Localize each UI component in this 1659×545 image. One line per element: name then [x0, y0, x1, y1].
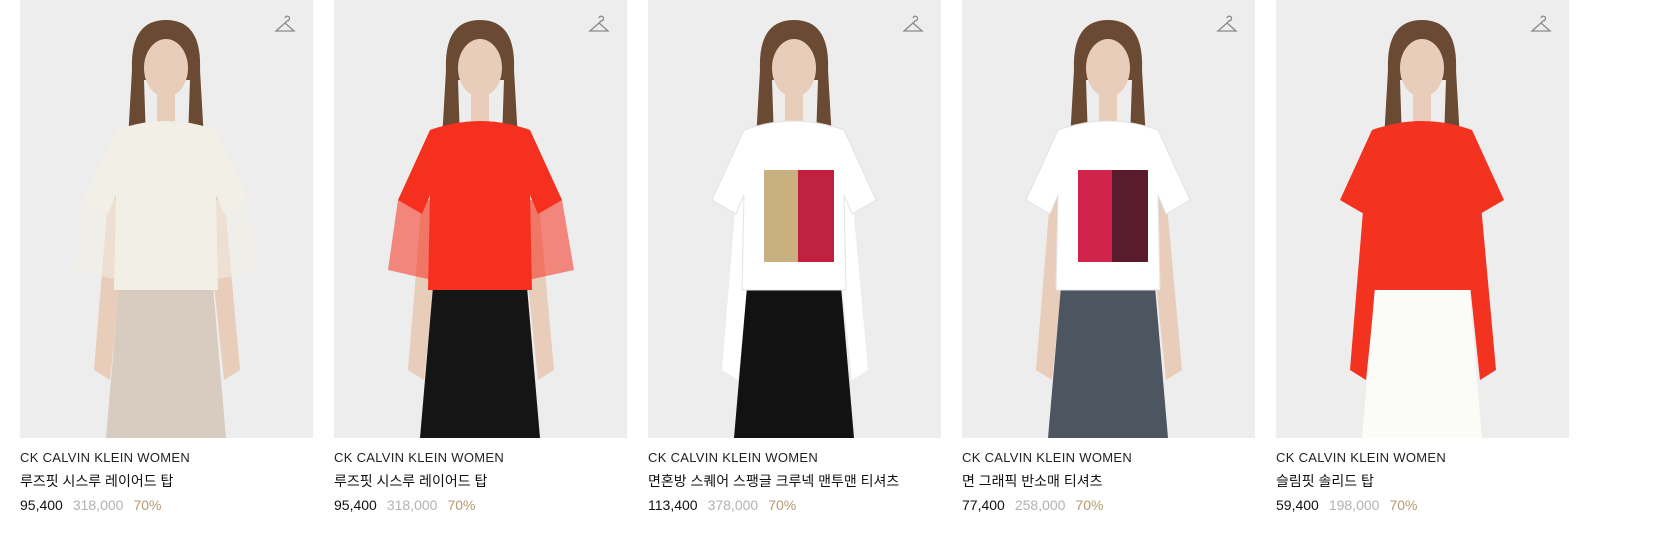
sheer-sleeve-left [388, 200, 434, 280]
sale-price: 95,400 [334, 497, 377, 513]
sheer-sleeve-right [526, 200, 574, 280]
print-panel-right [798, 170, 834, 262]
sale-price: 77,400 [962, 497, 1005, 513]
price-row: 77,400 258,000 70% [962, 496, 1255, 514]
discount-rate: 70% [133, 497, 162, 513]
model-face [458, 39, 502, 97]
print-panel-left [764, 170, 798, 262]
price-row: 113,400 378,000 70% [648, 496, 941, 514]
original-price: 318,000 [386, 497, 438, 513]
price-row: 95,400 318,000 70% [334, 496, 627, 514]
product-brand[interactable]: CK CALVIN KLEIN WOMEN [20, 450, 313, 466]
hanger-icon[interactable] [1216, 14, 1238, 36]
product-brand[interactable]: CK CALVIN KLEIN WOMEN [1276, 450, 1569, 466]
model-neck [1413, 92, 1431, 122]
original-price: 378,000 [707, 497, 759, 513]
model-face [772, 39, 816, 97]
price-row: 95,400 318,000 70% [20, 496, 313, 514]
product-grid: CK CALVIN KLEIN WOMEN 루즈핏 시스루 레이어드 탑 95,… [20, 0, 1569, 514]
original-price: 258,000 [1014, 497, 1066, 513]
product-photo[interactable] [334, 0, 627, 438]
hanger-icon[interactable] [902, 14, 924, 36]
product-photo[interactable] [1276, 0, 1569, 438]
model-bottoms [734, 275, 854, 438]
product-name[interactable]: 루즈핏 시스루 레이어드 탑 [20, 472, 313, 490]
print-panel-left [1078, 170, 1112, 262]
discount-rate: 70% [1075, 497, 1104, 513]
product-card[interactable]: CK CALVIN KLEIN WOMEN 면 그래픽 반소매 티셔츠 77,4… [962, 0, 1255, 514]
product-name[interactable]: 슬림핏 솔리드 탑 [1276, 472, 1569, 490]
product-name[interactable]: 루즈핏 시스루 레이어드 탑 [334, 472, 627, 490]
product-brand[interactable]: CK CALVIN KLEIN WOMEN [962, 450, 1255, 466]
discount-rate: 70% [1389, 497, 1418, 513]
price-row: 59,400 198,000 70% [1276, 496, 1569, 514]
product-brand[interactable]: CK CALVIN KLEIN WOMEN [648, 450, 941, 466]
discount-rate: 70% [447, 497, 476, 513]
hanger-icon[interactable] [274, 14, 296, 36]
model-photo-illustration [1340, 20, 1504, 438]
model-neck [785, 92, 803, 122]
model-face [1086, 39, 1130, 97]
product-brand[interactable]: CK CALVIN KLEIN WOMEN [334, 450, 627, 466]
model-bottoms [1362, 275, 1482, 438]
product-card[interactable]: CK CALVIN KLEIN WOMEN 루즈핏 시스루 레이어드 탑 95,… [20, 0, 313, 514]
sheer-sleeve-left [74, 200, 120, 280]
model-face [144, 39, 188, 97]
model-photo-illustration [74, 20, 260, 438]
model-neck [471, 92, 489, 122]
sale-price: 59,400 [1276, 497, 1319, 513]
product-card[interactable]: CK CALVIN KLEIN WOMEN 슬림핏 솔리드 탑 59,400 1… [1276, 0, 1569, 514]
model-bottoms [106, 275, 226, 438]
model-photo-illustration [711, 20, 877, 438]
sale-price: 113,400 [648, 497, 698, 513]
model-photo-illustration [1025, 20, 1191, 438]
model-neck [157, 92, 175, 122]
sheer-sleeve-right [212, 200, 260, 280]
model-photo-illustration [388, 20, 574, 438]
product-photo[interactable] [962, 0, 1255, 438]
product-card[interactable]: CK CALVIN KLEIN WOMEN 루즈핏 시스루 레이어드 탑 95,… [334, 0, 627, 514]
product-photo[interactable] [20, 0, 313, 438]
product-name[interactable]: 면 그래픽 반소매 티셔츠 [962, 472, 1255, 490]
hanger-icon[interactable] [588, 14, 610, 36]
original-price: 198,000 [1328, 497, 1380, 513]
model-bottoms [420, 275, 540, 438]
original-price: 318,000 [72, 497, 124, 513]
discount-rate: 70% [768, 497, 797, 513]
hanger-icon[interactable] [1530, 14, 1552, 36]
model-bottoms [1048, 275, 1168, 438]
print-panel-right [1112, 170, 1148, 262]
product-card[interactable]: CK CALVIN KLEIN WOMEN 면혼방 스퀘어 스팽글 크루넥 맨투… [648, 0, 941, 514]
sale-price: 95,400 [20, 497, 63, 513]
model-face [1400, 39, 1444, 97]
model-neck [1099, 92, 1117, 122]
product-name[interactable]: 면혼방 스퀘어 스팽글 크루넥 맨투맨 티셔츠 [648, 472, 941, 490]
product-photo[interactable] [648, 0, 941, 438]
